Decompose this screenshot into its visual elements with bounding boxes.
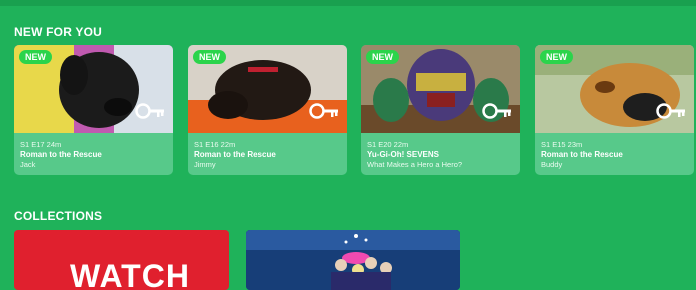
card-meta: S1 E15 23m Roman to the Rescue Buddy (541, 140, 623, 170)
card-meta: S1 E16 22m Roman to the Rescue Jimmy (194, 140, 276, 170)
show-title: Roman to the Rescue (20, 150, 102, 159)
episode-title: Jimmy (194, 160, 216, 169)
collection-label: WATCH (70, 258, 190, 290)
new-badge: NEW (540, 50, 573, 64)
episode-info: S1 E20 22m (367, 140, 409, 149)
collection-card-watch[interactable]: WATCH (14, 230, 229, 290)
episode-info: S1 E16 22m (194, 140, 236, 149)
show-card[interactable]: NEW S1 E15 23m Roman to the Rescue Buddy (535, 45, 694, 175)
show-title: Roman to the Rescue (194, 150, 276, 159)
episode-title: Jack (20, 160, 36, 169)
section-title-collections: COLLECTIONS (14, 209, 103, 223)
card-meta: S1 E20 22m Yu-Gi-Oh! SEVENS What Makes a… (367, 140, 462, 170)
section-title-new-for-you: NEW FOR YOU (14, 25, 102, 39)
key-icon (656, 103, 685, 119)
episode-info: S1 E17 24m (20, 140, 62, 149)
show-title: Yu-Gi-Oh! SEVENS (367, 150, 440, 159)
collection-card[interactable] (246, 230, 460, 290)
show-title: Roman to the Rescue (541, 150, 623, 159)
collection-artwork (246, 230, 460, 290)
card-meta: S1 E17 24m Roman to the Rescue Jack (20, 140, 102, 170)
show-card[interactable]: NEW S1 E20 22m Yu-Gi-Oh! SEVENS What Mak… (361, 45, 520, 175)
new-badge: NEW (19, 50, 52, 64)
key-icon (135, 103, 164, 119)
episode-title: Buddy (541, 160, 563, 169)
show-card[interactable]: NEW S1 E16 22m Roman to the Rescue Jimmy (188, 45, 347, 175)
new-badge: NEW (366, 50, 399, 64)
new-badge: NEW (193, 50, 226, 64)
key-icon (309, 103, 338, 119)
episode-info: S1 E15 23m (541, 140, 583, 149)
episode-title: What Makes a Hero a Hero? (367, 160, 463, 169)
key-icon (482, 103, 511, 119)
top-divider (0, 0, 696, 6)
show-card[interactable]: NEW S1 E17 24m Roman to the Rescue Jack (14, 45, 173, 175)
